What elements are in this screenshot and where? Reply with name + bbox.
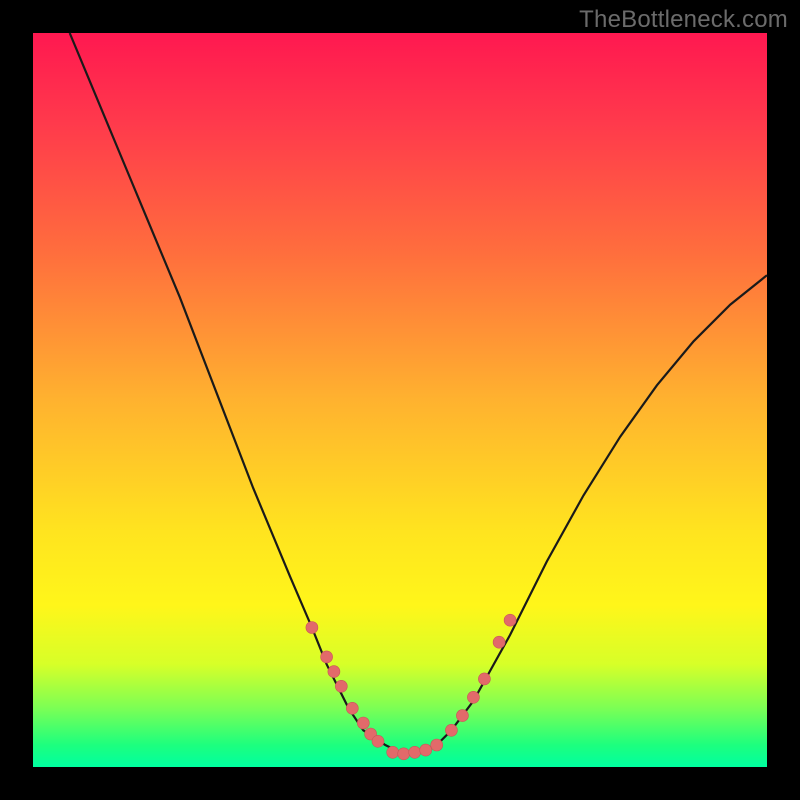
curve-markers-right (445, 614, 516, 736)
curve-marker (328, 666, 340, 678)
curve-marker (467, 691, 479, 703)
curve-marker (445, 724, 457, 736)
chart-frame: TheBottleneck.com (0, 0, 800, 800)
curve-marker (420, 744, 432, 756)
watermark-text: TheBottleneck.com (579, 6, 788, 34)
curve-marker (398, 748, 410, 760)
curve-marker (456, 710, 468, 722)
curve-marker (409, 746, 421, 758)
curve-marker (306, 622, 318, 634)
bottleneck-curve-svg (33, 33, 767, 767)
curve-marker (431, 739, 443, 751)
bottleneck-curve (70, 33, 767, 752)
curve-markers-bottom (387, 739, 443, 760)
curve-marker (493, 636, 505, 648)
curve-marker (504, 614, 516, 626)
curve-marker (321, 651, 333, 663)
curve-marker (357, 717, 369, 729)
plot-area (33, 33, 767, 767)
curve-marker (346, 702, 358, 714)
curve-marker (387, 746, 399, 758)
curve-marker (478, 673, 490, 685)
curve-marker (372, 735, 384, 747)
curve-marker (335, 680, 347, 692)
